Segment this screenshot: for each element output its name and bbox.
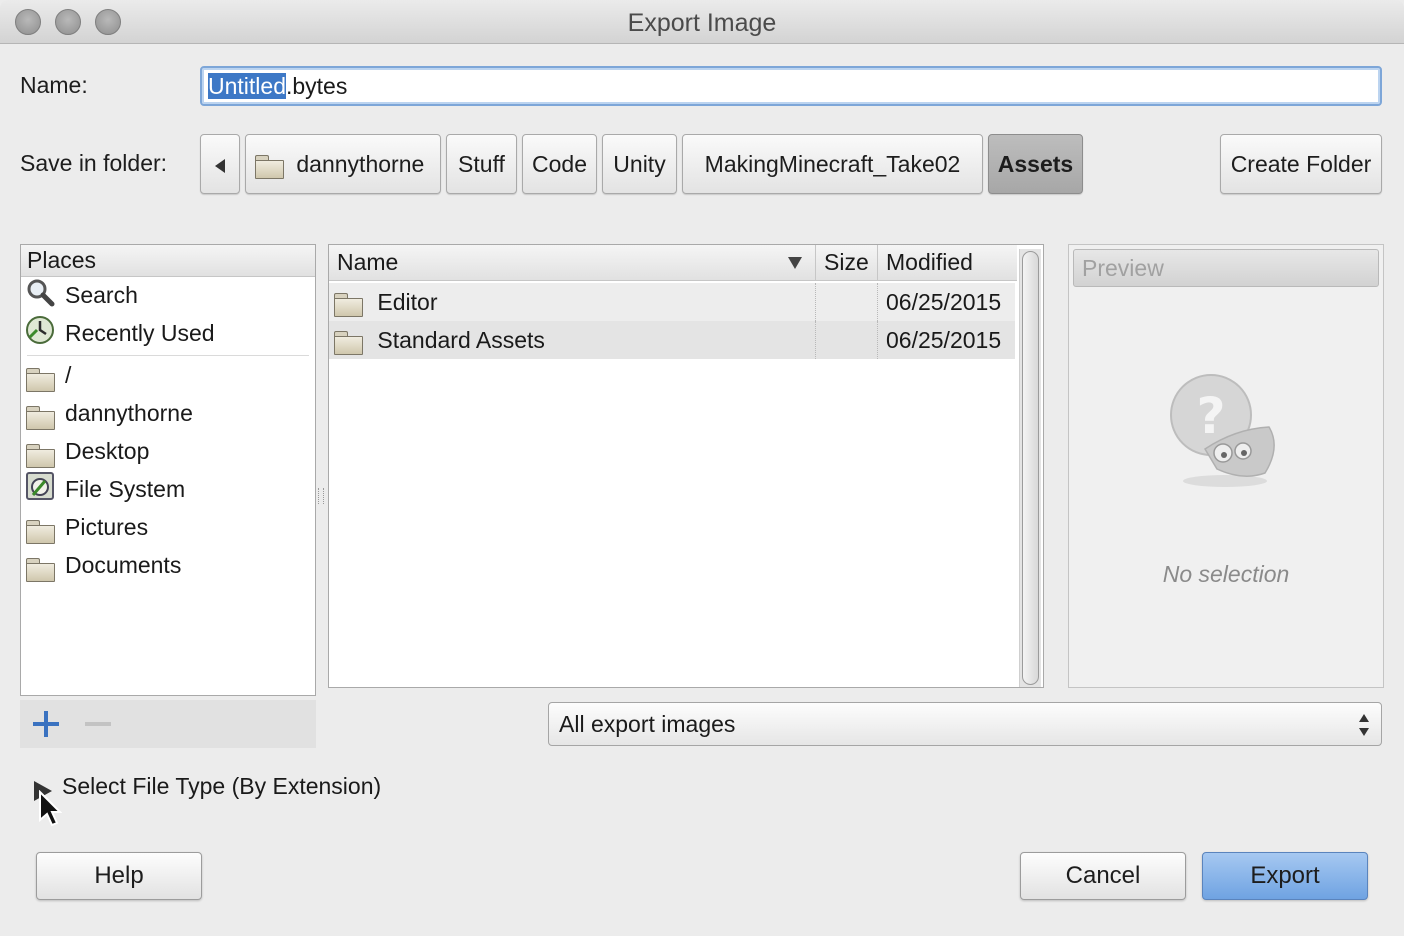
place-search[interactable]: Search xyxy=(25,277,138,313)
place-file-system[interactable]: File System xyxy=(25,471,185,507)
add-bookmark-icon[interactable] xyxy=(30,708,62,740)
file-row-editor[interactable]: Editor 06/25/2015 xyxy=(329,283,1015,321)
place-label: File System xyxy=(65,476,186,503)
pane-resize-handle[interactable] xyxy=(318,488,324,504)
breadcrumb-makingminecraft[interactable]: MakingMinecraft_Take02 xyxy=(682,134,983,194)
place-label: dannythorne xyxy=(65,400,193,426)
file-filter-value: All export images xyxy=(559,711,736,737)
breadcrumb-label: dannythorne xyxy=(296,151,425,177)
scrollbar-thumb[interactable] xyxy=(1022,251,1039,685)
column-size-header[interactable]: Size xyxy=(815,245,877,281)
places-toolbar xyxy=(20,700,316,748)
folder-icon xyxy=(25,405,55,430)
folder-icon xyxy=(25,519,55,544)
breadcrumb-stuff[interactable]: Stuff xyxy=(446,134,517,194)
files-header: Name Size Modified xyxy=(329,245,1017,281)
file-name: Editor xyxy=(377,289,438,315)
mouse-cursor-icon xyxy=(39,790,62,827)
place-documents[interactable]: Documents xyxy=(25,547,181,583)
sort-descending-icon xyxy=(788,257,802,269)
create-folder-button[interactable]: Create Folder xyxy=(1220,134,1382,194)
place-label: Desktop xyxy=(65,438,150,464)
drive-icon xyxy=(25,471,57,511)
file-modified-cell: 06/25/2015 xyxy=(877,283,1015,321)
place-dannythorne[interactable]: dannythorne xyxy=(25,395,193,431)
breadcrumb-dannythorne[interactable]: dannythorne xyxy=(245,134,441,194)
file-size-cell xyxy=(815,283,877,321)
help-button[interactable]: Help xyxy=(36,852,202,900)
filename-input[interactable]: Untitled.bytes xyxy=(200,66,1382,106)
place-label: Search xyxy=(65,282,138,309)
folder-icon xyxy=(25,367,55,392)
place-desktop[interactable]: Desktop xyxy=(25,433,149,469)
no-selection-text: No selection xyxy=(1162,561,1290,587)
places-panel: Places Search Recently Used / dannythorn… xyxy=(20,244,316,696)
filename-extension-text: .bytes xyxy=(285,73,348,99)
file-modified-cell: 06/25/2015 xyxy=(877,321,1015,359)
file-type-expander[interactable]: Select File Type (By Extension) xyxy=(30,772,381,802)
place-label: Pictures xyxy=(65,514,149,540)
select-arrows-icon xyxy=(1359,714,1369,736)
window-title: Export Image xyxy=(627,9,777,37)
place-root[interactable]: / xyxy=(25,357,71,393)
breadcrumb-assets[interactable]: Assets xyxy=(988,134,1083,194)
folder-icon xyxy=(25,557,55,582)
clock-icon xyxy=(25,315,57,355)
breadcrumb-back-button[interactable] xyxy=(200,134,240,194)
column-label: Name xyxy=(337,249,399,275)
place-label: Recently Used xyxy=(65,320,215,347)
folder-icon xyxy=(25,443,55,468)
file-name-cell: Standard Assets xyxy=(333,321,813,359)
place-label: Documents xyxy=(65,552,182,578)
file-row-standard-assets[interactable]: Standard Assets 06/25/2015 xyxy=(329,321,1015,359)
folder-icon xyxy=(333,292,363,317)
filename-selected-text: Untitled xyxy=(208,73,286,99)
folder-icon xyxy=(333,330,363,355)
file-size-cell xyxy=(815,321,877,359)
column-modified-header[interactable]: Modified xyxy=(877,245,1017,281)
file-name: Standard Assets xyxy=(377,327,545,353)
save-in-folder-label: Save in folder: xyxy=(20,150,168,176)
places-header: Places xyxy=(21,245,315,277)
breadcrumb-code[interactable]: Code xyxy=(522,134,597,194)
export-button[interactable]: Export xyxy=(1202,852,1368,900)
svg-text:?: ? xyxy=(1196,387,1225,445)
files-panel: Name Size Modified Editor 06/25/2015 Sta… xyxy=(328,244,1044,688)
no-preview-icon: ? xyxy=(1170,374,1275,487)
title-bar: Export Image xyxy=(0,0,1404,44)
file-name-cell: Editor xyxy=(333,283,813,321)
name-label: Name: xyxy=(20,72,88,98)
place-label: / xyxy=(65,362,72,388)
places-divider xyxy=(27,355,309,356)
preview-header: Preview xyxy=(1073,249,1379,287)
folder-icon xyxy=(254,154,284,179)
preview-panel: Preview ? No selection xyxy=(1068,244,1384,688)
files-scrollbar[interactable] xyxy=(1019,249,1041,687)
breadcrumb-unity[interactable]: Unity xyxy=(602,134,677,194)
column-name-header[interactable]: Name xyxy=(329,245,815,281)
place-recently-used[interactable]: Recently Used xyxy=(25,315,215,351)
file-type-expander-label: Select File Type (By Extension) xyxy=(62,773,382,799)
search-icon xyxy=(25,277,57,317)
triangle-left-icon xyxy=(215,158,225,173)
cancel-button[interactable]: Cancel xyxy=(1020,852,1186,900)
place-pictures[interactable]: Pictures xyxy=(25,509,148,545)
file-filter-select[interactable]: All export images xyxy=(548,702,1382,746)
remove-bookmark-icon[interactable] xyxy=(82,708,114,740)
